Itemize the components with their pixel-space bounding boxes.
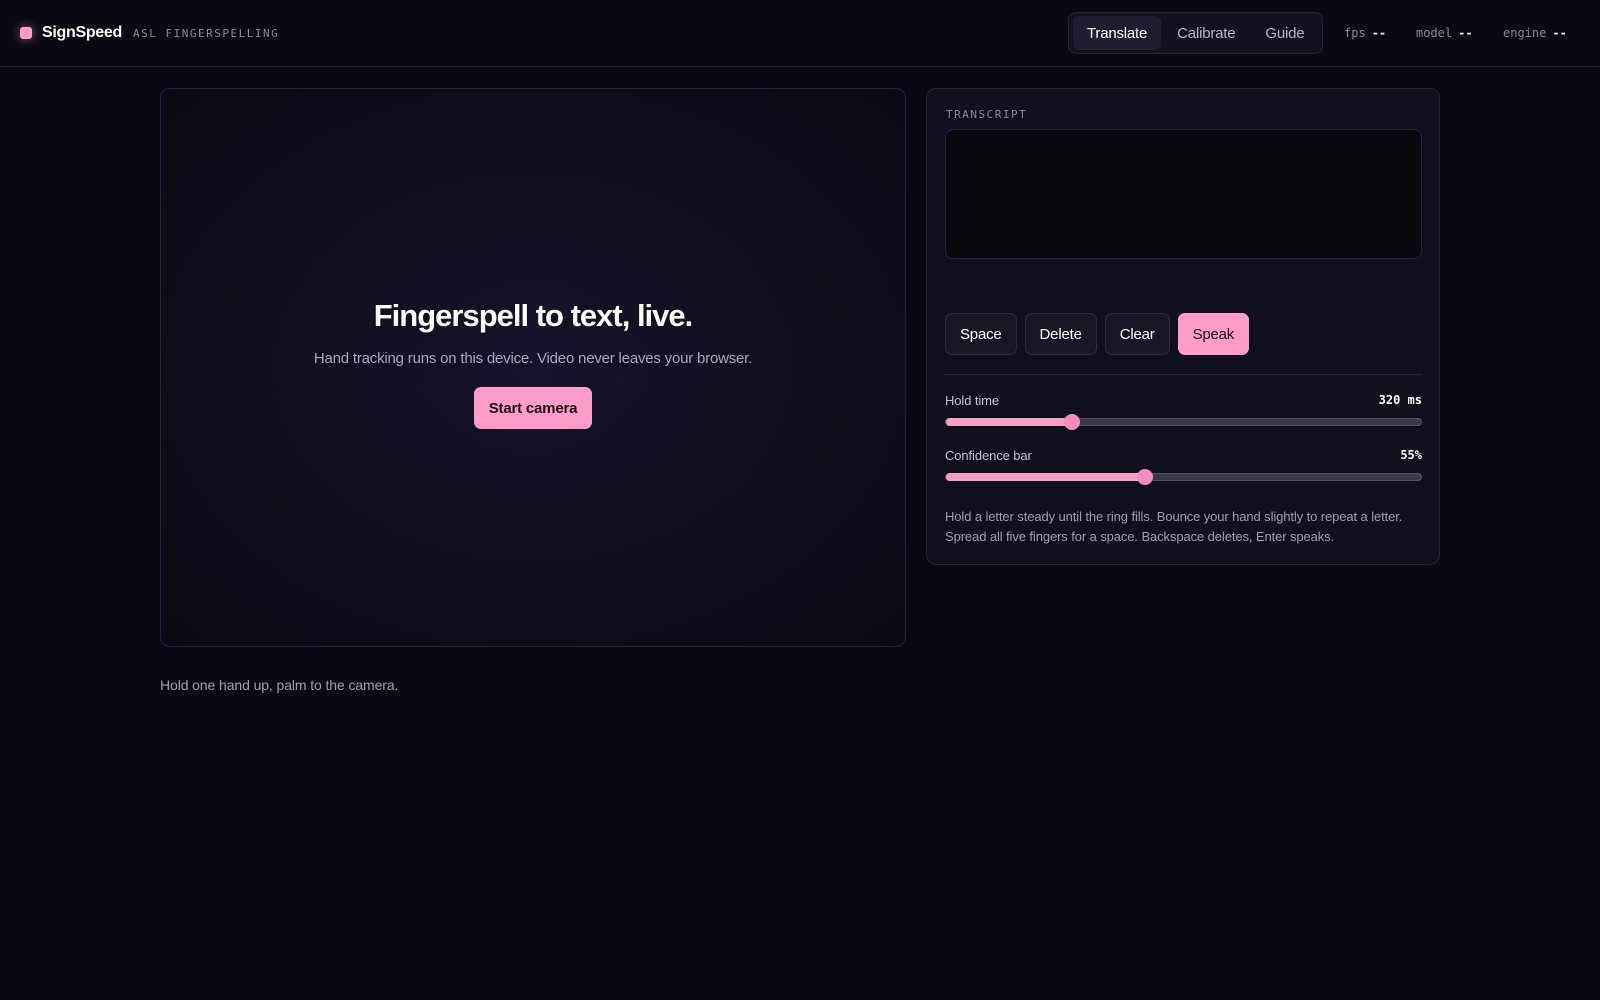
stat-model: model --	[1416, 0, 1473, 66]
tab-guide[interactable]: Guide	[1251, 16, 1318, 50]
confidence-fill	[946, 473, 1145, 481]
transcript-panel: TRANSCRIPT Space Delete Clear Speak Hold…	[926, 88, 1440, 565]
hold-time-value: 320 ms	[1378, 393, 1422, 407]
brand: SignSpeed ASL FINGERSPELLING	[20, 0, 279, 66]
hold-time-control: Hold time 320 ms	[945, 391, 1422, 430]
stat-engine-label: engine	[1503, 26, 1547, 40]
clear-button[interactable]: Clear	[1104, 313, 1170, 355]
camera-hint: Hold one hand up, palm to the camera.	[160, 677, 399, 693]
hold-time-fill	[946, 418, 1072, 426]
transcript-label: TRANSCRIPT	[946, 108, 1028, 121]
confidence-value: 55%	[1400, 448, 1422, 462]
brand-logo-icon	[20, 27, 32, 39]
top-bar: SignSpeed ASL FINGERSPELLING Translate C…	[0, 0, 1600, 67]
brand-name: SignSpeed	[42, 24, 122, 41]
mode-tabs: Translate Calibrate Guide	[1068, 12, 1323, 54]
confidence-thumb[interactable]	[1136, 469, 1153, 485]
stat-model-value: --	[1458, 26, 1473, 40]
tab-calibrate[interactable]: Calibrate	[1163, 16, 1249, 50]
confidence-slider[interactable]	[945, 469, 1422, 485]
stat-engine-value: --	[1552, 26, 1567, 40]
hold-time-thumb[interactable]	[1063, 414, 1080, 430]
help-text: Hold a letter steady until the ring fill…	[945, 509, 1403, 544]
transcript-output[interactable]	[945, 129, 1422, 259]
hold-time-label: Hold time	[945, 392, 1000, 408]
camera-panel: Fingerspell to text, live. Hand tracking…	[160, 88, 906, 647]
stat-model-label: model	[1416, 26, 1453, 40]
hero-subtitle: Hand tracking runs on this device. Video…	[313, 350, 753, 367]
hero-title: Fingerspell to text, live.	[373, 298, 694, 333]
speak-button[interactable]: Speak	[1177, 313, 1250, 355]
stat-fps-label: fps	[1344, 26, 1366, 40]
brand-subtitle: ASL FINGERSPELLING	[132, 26, 280, 40]
stat-fps-value: --	[1371, 26, 1387, 40]
transcript-actions: Space Delete Clear Speak	[945, 313, 1250, 355]
camera-placeholder: Fingerspell to text, live. Hand tracking…	[161, 89, 905, 646]
delete-button[interactable]: Delete	[1024, 313, 1097, 355]
space-button[interactable]: Space	[945, 313, 1017, 355]
start-camera-button[interactable]: Start camera	[473, 387, 593, 429]
stat-fps: fps --	[1344, 0, 1386, 66]
divider	[945, 374, 1422, 375]
hold-time-slider[interactable]	[945, 414, 1422, 430]
stat-engine: engine --	[1503, 0, 1567, 66]
confidence-label: Confidence bar	[945, 447, 1032, 463]
tab-translate[interactable]: Translate	[1073, 16, 1162, 50]
confidence-control: Confidence bar 55%	[945, 446, 1422, 485]
